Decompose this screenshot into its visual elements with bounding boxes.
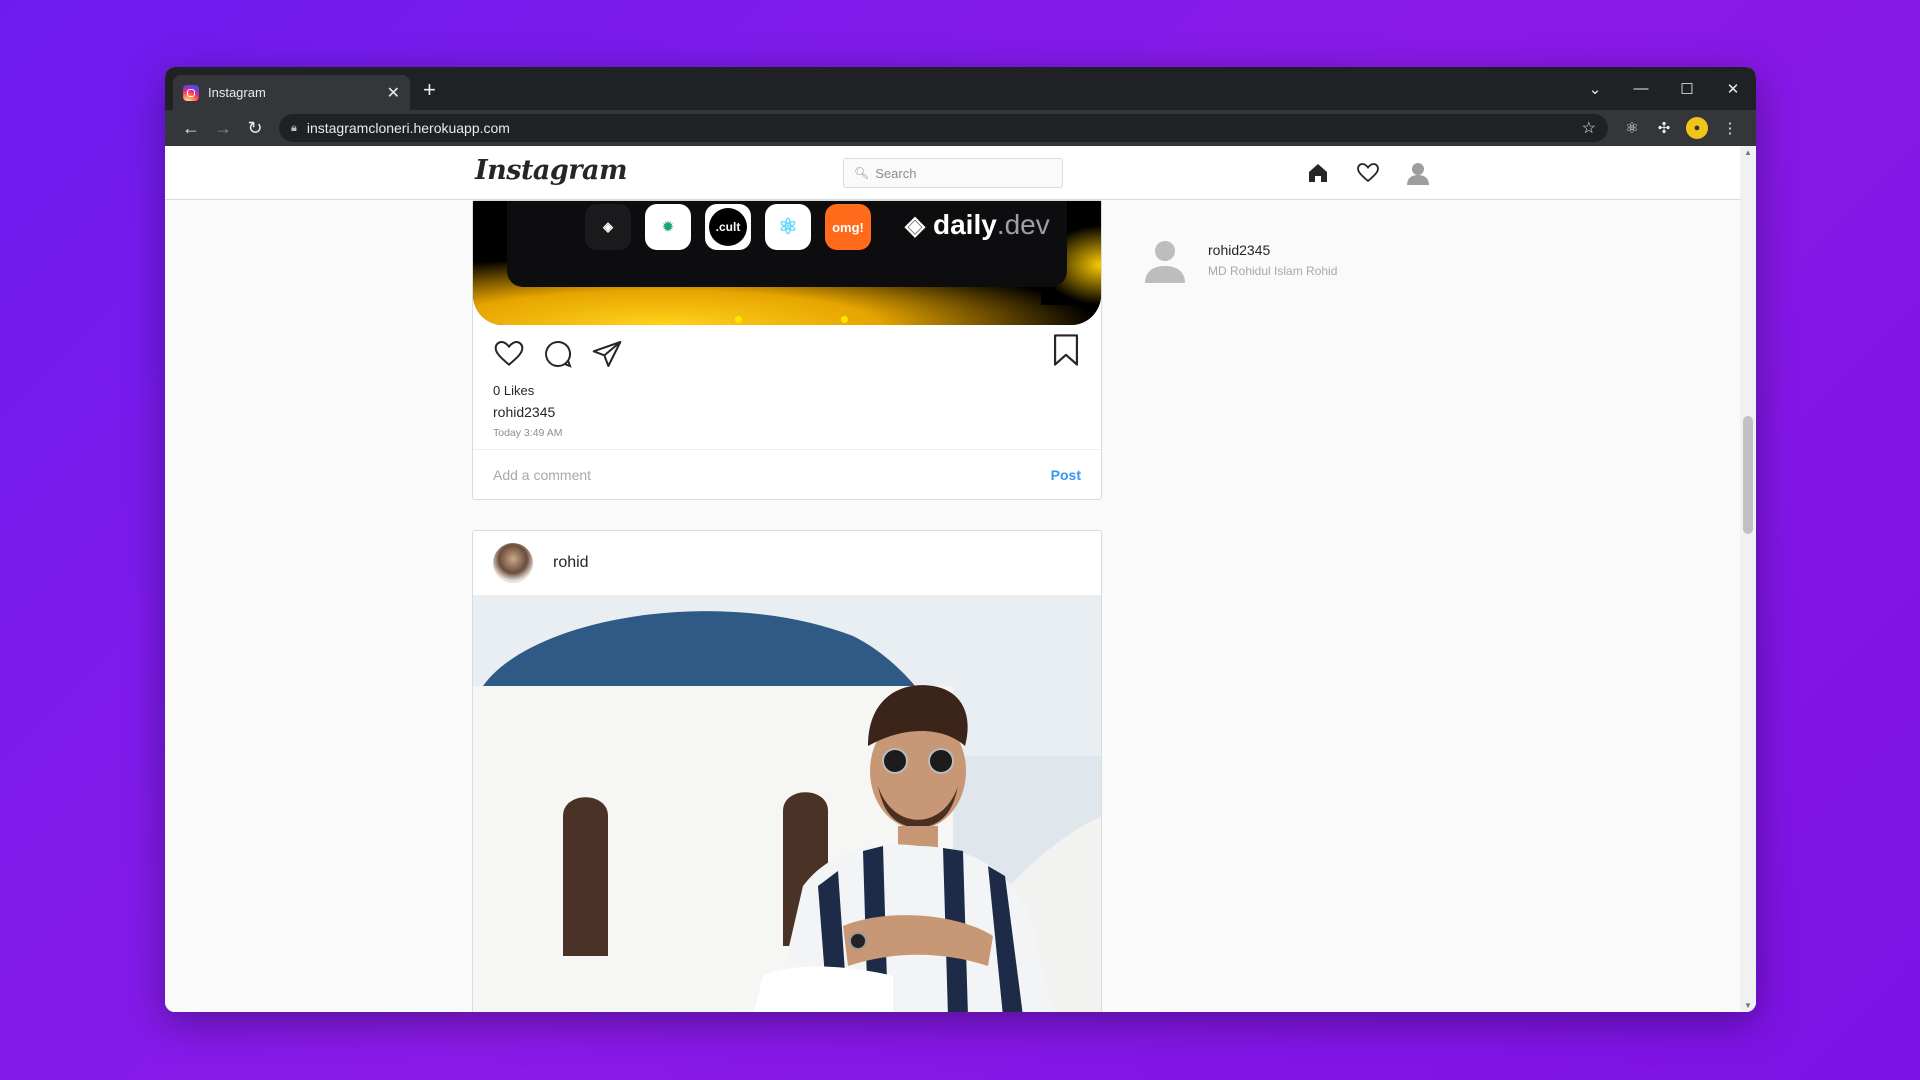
like-heart-icon[interactable]: [489, 334, 529, 374]
sidebar-username[interactable]: rohid2345: [1208, 242, 1337, 258]
maximize-button[interactable]: ☐: [1664, 80, 1710, 98]
dailydev-mark-icon: ◈: [905, 209, 925, 240]
bookmark-icon[interactable]: [1051, 333, 1081, 372]
omg-app-icon: omg!: [825, 204, 871, 250]
extensions-puzzle-icon[interactable]: ✣: [1648, 119, 1680, 137]
react-app-icon: ⚛: [765, 204, 811, 250]
post-author[interactable]: rohid2345: [493, 404, 1081, 420]
default-avatar-icon[interactable]: [1140, 235, 1190, 285]
reload-button[interactable]: ↻: [239, 118, 271, 139]
comment-row: Post: [473, 449, 1101, 499]
page-scrollbar[interactable]: ▲ ▼: [1740, 146, 1756, 1012]
post-card: rohid: [472, 530, 1102, 1012]
tab-close-icon[interactable]: ✕: [387, 83, 400, 103]
home-icon[interactable]: [1303, 158, 1333, 188]
post-username[interactable]: rohid: [553, 554, 589, 572]
search-placeholder: Search: [875, 165, 917, 181]
react-devtools-extension-icon[interactable]: ⚛: [1616, 119, 1648, 137]
tab-search-button[interactable]: ⌄: [1572, 80, 1618, 98]
cult-app-icon: .cult: [705, 204, 751, 250]
close-window-button[interactable]: ✕: [1710, 80, 1756, 98]
photo-illustration: [473, 596, 1101, 1012]
page-viewport: Instagram 🔍︎ Search ◈ ✹ .cult ⚛ omg! ◈ d…: [165, 146, 1756, 1012]
scroll-down-arrow-icon[interactable]: ▼: [1740, 1001, 1756, 1010]
browser-toolbar: ← → ↻ 🔒︎ instagramcloneri.herokuapp.com …: [165, 110, 1756, 146]
search-box[interactable]: 🔍︎ Search: [843, 158, 1063, 188]
minimize-button[interactable]: —: [1618, 80, 1664, 97]
heart-icon[interactable]: [1353, 158, 1383, 188]
bookmark-star-icon[interactable]: ☆: [1582, 118, 1596, 138]
feed: ◈ ✹ .cult ⚛ omg! ◈ daily.dev 0 Likes roh…: [472, 200, 1102, 1012]
share-send-icon[interactable]: [587, 334, 627, 374]
url-text: instagramcloneri.herokuapp.com: [306, 120, 510, 136]
user-avatar[interactable]: [493, 543, 533, 583]
post-actions: [473, 325, 1101, 383]
post-meta: 0 Likes rohid2345 Today 3:49 AM: [473, 383, 1101, 449]
sidebar-profile: rohid2345 MD Rohidul Islam Rohid: [1140, 235, 1337, 285]
tab-title: Instagram: [208, 85, 266, 100]
profile-avatar-icon[interactable]: ●: [1686, 117, 1708, 139]
likes-count: 0 Likes: [493, 383, 535, 398]
promo-panel: ◈ ✹ .cult ⚛ omg! ◈ daily.dev: [507, 201, 1067, 287]
gear-app-icon: ✹: [645, 204, 691, 250]
forward-button[interactable]: →: [207, 118, 239, 139]
promo-dot: [841, 316, 848, 323]
dailydev-logo: ◈ daily.dev: [905, 209, 1050, 240]
instagram-favicon-icon: [183, 84, 199, 101]
tab-bar: Instagram ✕ + ⌄ — ☐ ✕: [165, 67, 1756, 110]
post-timestamp: Today 3:49 AM: [493, 427, 563, 439]
comment-input[interactable]: [493, 466, 1051, 483]
instagram-header: Instagram 🔍︎ Search: [165, 146, 1740, 200]
promo-app-icons: ◈ ✹ .cult ⚛ omg!: [585, 204, 871, 250]
window-controls: ⌄ — ☐ ✕: [1572, 67, 1756, 110]
search-icon: 🔍︎: [854, 166, 870, 180]
scrollbar-thumb[interactable]: [1743, 416, 1753, 534]
address-bar[interactable]: 🔒︎ instagramcloneri.herokuapp.com ☆: [279, 114, 1608, 142]
daily-app-icon: ◈: [585, 204, 631, 250]
promo-dot: [735, 316, 742, 323]
header-nav: [1303, 158, 1433, 188]
sidebar-user-info: rohid2345 MD Rohidul Islam Rohid: [1208, 242, 1337, 278]
post-header: rohid: [473, 531, 1101, 596]
comment-bubble-icon[interactable]: [538, 334, 578, 374]
profile-icon[interactable]: [1403, 158, 1433, 188]
browser-menu-icon[interactable]: ⋮: [1714, 119, 1746, 137]
tab-instagram[interactable]: Instagram ✕: [173, 75, 410, 110]
scroll-up-arrow-icon[interactable]: ▲: [1740, 148, 1756, 157]
back-button[interactable]: ←: [175, 118, 207, 139]
post-comment-button[interactable]: Post: [1051, 467, 1081, 483]
lock-icon: 🔒︎: [291, 121, 297, 134]
browser-window: Instagram ✕ + ⌄ — ☐ ✕ ← → ↻ 🔒︎ instagram…: [165, 67, 1756, 1012]
post-photo-man-santorini[interactable]: [473, 596, 1101, 1012]
post-card: ◈ ✹ .cult ⚛ omg! ◈ daily.dev 0 Likes roh…: [472, 200, 1102, 500]
post-image-dailydev[interactable]: ◈ ✹ .cult ⚛ omg! ◈ daily.dev: [473, 201, 1101, 325]
new-tab-button[interactable]: +: [423, 77, 436, 103]
instagram-logo[interactable]: Instagram: [475, 155, 628, 186]
sidebar-full-name: MD Rohidul Islam Rohid: [1208, 264, 1338, 278]
